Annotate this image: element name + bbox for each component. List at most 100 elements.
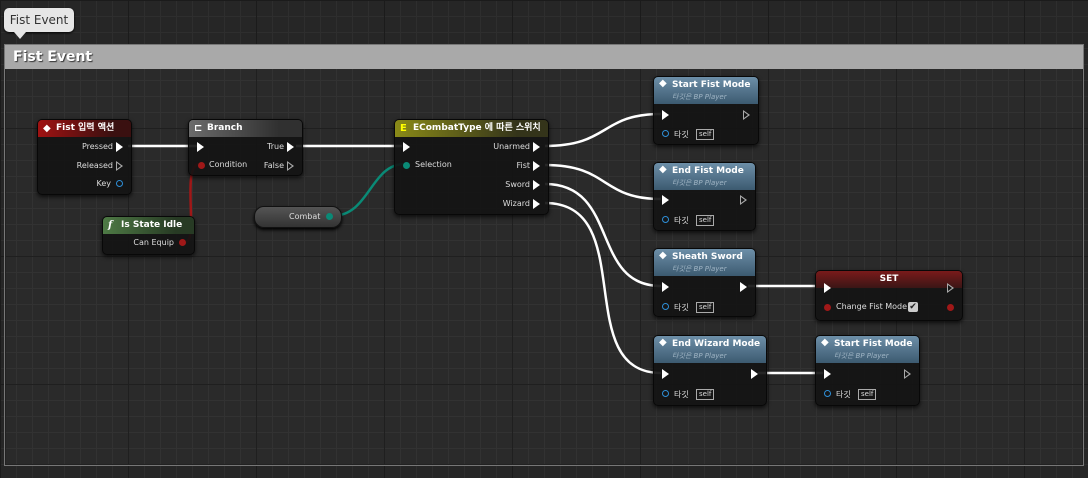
change-fist-mode-checkbox[interactable]: ✔	[908, 302, 918, 312]
end-fist-target-label: 타깃	[674, 216, 689, 225]
branch-header: ⊏ Branch	[189, 120, 302, 137]
switch-header: E ECombatType 에 따른 스위치	[395, 120, 548, 137]
function-icon: ◆	[659, 164, 667, 175]
sheath-sword-self[interactable]: self	[696, 302, 715, 313]
end-fist-subtitle: 타깃은 BP Player	[672, 179, 727, 187]
switch-title: ECombatType 에 따른 스위치	[413, 123, 541, 133]
end-fist-exec-out[interactable]	[740, 195, 747, 205]
start-fist-mode-node-1[interactable]: ◆ Start Fist Mode 타깃은 BP Player 타깃 self	[653, 76, 759, 145]
released-label: Released	[76, 161, 113, 170]
fist-input-node[interactable]: ◆ Fist 입력 액션 Pressed Released Key	[37, 119, 132, 195]
start-fist-1-exec-in[interactable]	[662, 110, 669, 120]
sheath-sword-title: Sheath Sword	[672, 252, 743, 262]
function-icon: ◆	[659, 337, 667, 348]
branch-node[interactable]: ⊏ Branch True Condition False	[188, 119, 303, 176]
selection-label: Selection	[415, 160, 452, 169]
selection-pin[interactable]	[403, 162, 410, 169]
combat-label: Combat	[289, 212, 321, 221]
unarmed-label: Unarmed	[493, 142, 530, 151]
false-label: False	[263, 161, 284, 170]
sheath-sword-exec-out[interactable]	[740, 282, 747, 292]
fist-input-header: ◆ Fist 입력 액션	[38, 120, 131, 137]
branch-icon: ⊏	[194, 123, 203, 134]
switch-node[interactable]: E ECombatType 에 따른 스위치 Selection Unarmed…	[394, 119, 549, 215]
can-equip-pin[interactable]	[179, 239, 186, 246]
fist-input-title: Fist 입력 액션	[56, 123, 115, 133]
function-icon: ◆	[821, 337, 829, 348]
start-fist-2-title: Start Fist Mode	[834, 339, 913, 349]
set-exec-out[interactable]	[947, 283, 954, 293]
end-wizard-header: ◆ End Wizard Mode 타깃은 BP Player	[654, 336, 766, 363]
sword-pin[interactable]	[533, 180, 540, 190]
end-fist-title: End Fist Mode	[672, 166, 744, 176]
end-fist-self[interactable]: self	[696, 215, 715, 226]
key-pin[interactable]	[116, 180, 123, 187]
change-fist-mode-pin[interactable]	[824, 304, 831, 311]
sheath-sword-target-pin[interactable]	[662, 303, 669, 310]
start-fist-2-target-pin[interactable]	[824, 390, 831, 397]
start-fist-1-header: ◆ Start Fist Mode 타깃은 BP Player	[654, 77, 758, 104]
switch-exec-in[interactable]	[403, 142, 410, 152]
false-pin[interactable]	[287, 161, 294, 171]
end-wizard-target-label: 타깃	[674, 390, 689, 399]
wizard-pin[interactable]	[533, 199, 540, 209]
start-fist-1-title: Start Fist Mode	[672, 80, 751, 90]
start-fist-2-self[interactable]: self	[858, 389, 877, 400]
key-label: Key	[96, 179, 111, 188]
wire-fist-endfist	[544, 163, 662, 201]
start-fist-mode-node-2[interactable]: ◆ Start Fist Mode 타깃은 BP Player 타깃 self	[815, 335, 920, 406]
end-wizard-exec-in[interactable]	[662, 369, 669, 379]
sheath-sword-target-label: 타깃	[674, 303, 689, 312]
start-fist-2-exec-out[interactable]	[904, 369, 911, 379]
pressed-label: Pressed	[81, 142, 113, 151]
start-fist-2-header: ◆ Start Fist Mode 타깃은 BP Player	[816, 336, 919, 363]
end-wizard-target-pin[interactable]	[662, 390, 669, 397]
fist-pin[interactable]	[533, 161, 540, 171]
true-pin[interactable]	[287, 142, 294, 152]
start-fist-1-exec-out[interactable]	[743, 110, 750, 120]
set-output-pin[interactable]	[947, 304, 954, 311]
combat-pin[interactable]	[326, 213, 333, 220]
set-exec-in[interactable]	[824, 283, 831, 293]
released-pin[interactable]	[116, 161, 123, 171]
end-wizard-exec-out[interactable]	[751, 369, 758, 379]
start-fist-2-target-label: 타깃	[836, 390, 851, 399]
sheath-sword-subtitle: 타깃은 BP Player	[672, 265, 727, 273]
is-state-idle-node[interactable]: f Is State Idle Can Equip	[102, 216, 195, 255]
wire-unarmed-startfist	[544, 112, 662, 148]
start-fist-2-subtitle: 타깃은 BP Player	[834, 352, 889, 360]
combat-variable-node[interactable]: Combat	[254, 206, 342, 228]
sheath-sword-node[interactable]: ◆ Sheath Sword 타깃은 BP Player 타깃 self	[653, 248, 756, 317]
end-fist-exec-in[interactable]	[662, 195, 669, 205]
sword-label: Sword	[505, 180, 530, 189]
wizard-label: Wizard	[502, 199, 530, 208]
end-fist-mode-node[interactable]: ◆ End Fist Mode 타깃은 BP Player 타깃 self	[653, 162, 756, 231]
pressed-pin[interactable]	[116, 142, 123, 152]
start-fist-1-target-pin[interactable]	[662, 130, 669, 137]
set-header: SET	[816, 271, 962, 288]
end-fist-target-pin[interactable]	[662, 216, 669, 223]
branch-title: Branch	[207, 123, 243, 133]
set-node[interactable]: SET Change Fist Mode ✔	[815, 270, 963, 321]
condition-pin[interactable]	[198, 162, 205, 169]
end-wizard-mode-node[interactable]: ◆ End Wizard Mode 타깃은 BP Player 타깃 self	[653, 335, 767, 406]
branch-exec-in[interactable]	[197, 142, 204, 152]
start-fist-1-target-label: 타깃	[674, 130, 689, 139]
set-title: SET	[879, 274, 899, 284]
can-equip-label: Can Equip	[133, 238, 174, 247]
is-state-idle-title: Is State Idle	[121, 220, 183, 230]
sheath-sword-header: ◆ Sheath Sword 타깃은 BP Player	[654, 249, 755, 276]
start-fist-2-exec-in[interactable]	[824, 369, 831, 379]
start-fist-1-self[interactable]: self	[696, 129, 715, 140]
diamond-icon: ◆	[43, 123, 51, 134]
condition-label: Condition	[209, 160, 248, 169]
start-fist-1-subtitle: 타깃은 BP Player	[672, 93, 727, 101]
end-wizard-title: End Wizard Mode	[672, 339, 761, 349]
sheath-sword-exec-in[interactable]	[662, 282, 669, 292]
function-icon: ◆	[659, 78, 667, 89]
function-icon: f	[108, 220, 113, 231]
fist-label: Fist	[516, 161, 530, 170]
unarmed-pin[interactable]	[533, 142, 540, 152]
true-label: True	[267, 142, 284, 151]
end-wizard-self[interactable]: self	[696, 389, 715, 400]
